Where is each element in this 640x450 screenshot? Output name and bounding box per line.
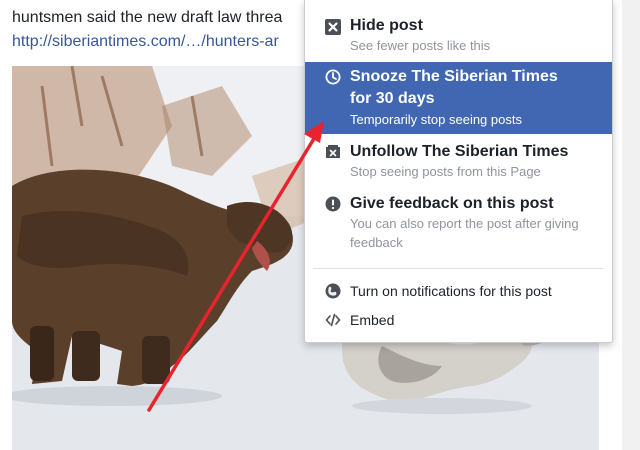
annotation-arrow (147, 121, 324, 412)
